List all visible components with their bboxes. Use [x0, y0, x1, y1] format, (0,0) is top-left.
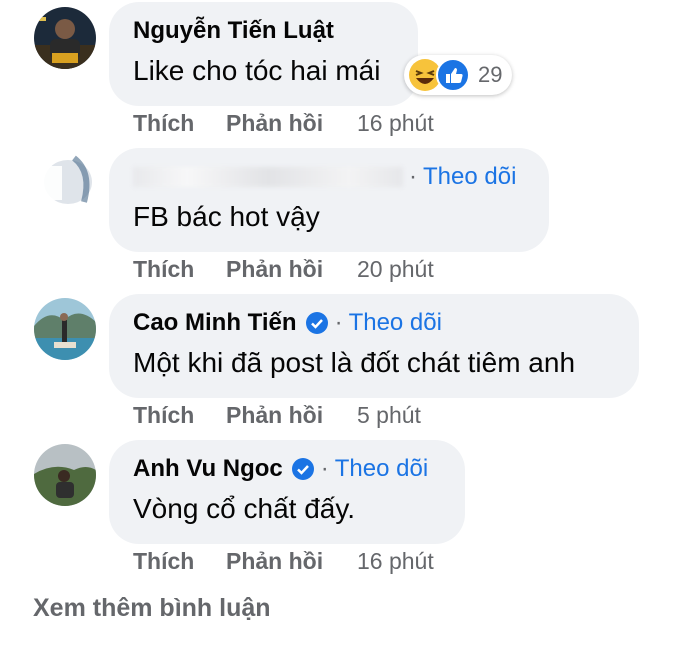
- comment-actions: Thích Phản hồi 20 phút: [133, 256, 434, 283]
- reaction-summary[interactable]: 29: [404, 55, 513, 95]
- follow-button[interactable]: Theo dõi: [349, 308, 442, 338]
- comment-time[interactable]: 16 phút: [357, 110, 434, 137]
- reply-button[interactable]: Phản hồi: [226, 256, 357, 283]
- like-button[interactable]: Thích: [133, 548, 226, 575]
- reaction-count: 29: [478, 62, 503, 87]
- see-more-comments-link[interactable]: Xem thêm bình luận: [33, 594, 271, 623]
- comment-text: Vòng cổ chất đấy.: [133, 493, 356, 524]
- reply-button[interactable]: Phản hồi: [226, 548, 357, 575]
- avatar[interactable]: [34, 152, 96, 214]
- commenter-name[interactable]: Anh Vu Ngoc: [133, 454, 283, 484]
- avatar[interactable]: [34, 298, 96, 360]
- follow-button[interactable]: Theo dõi: [335, 454, 428, 484]
- separator-dot: ·: [334, 309, 343, 336]
- commenter-name[interactable]: Cao Minh Tiến: [133, 308, 297, 338]
- verified-badge-icon: [291, 458, 314, 480]
- comment-actions: Thích Phản hồi 5 phút: [133, 402, 421, 429]
- avatar[interactable]: [34, 444, 96, 506]
- comment-bubble: Cao Minh Tiến · Theo dõi Một khi đã post…: [109, 294, 639, 398]
- comment-text: Like cho tóc hai mái: [133, 55, 381, 86]
- comment-bubble: · Theo dõi FB bác hot vậy: [109, 148, 549, 252]
- comment-time[interactable]: 16 phút: [357, 548, 434, 575]
- follow-button[interactable]: Theo dõi: [423, 162, 516, 192]
- comment-time[interactable]: 5 phút: [357, 402, 421, 429]
- separator-dot: ·: [409, 163, 417, 190]
- comment-actions: Thích Phản hồi 16 phút: [133, 110, 434, 137]
- like-button[interactable]: Thích: [133, 256, 226, 283]
- avatar[interactable]: [34, 7, 96, 69]
- separator-dot: ·: [320, 455, 329, 482]
- comment-bubble: Anh Vu Ngoc · Theo dõi Vòng cổ chất đấy.: [109, 440, 465, 544]
- like-button[interactable]: Thích: [133, 110, 226, 137]
- like-icon: [436, 58, 470, 92]
- comment-bubble: Nguyễn Tiến Luật Like cho tóc hai mái: [109, 2, 418, 106]
- reply-button[interactable]: Phản hồi: [226, 110, 357, 137]
- comment-text: FB bác hot vậy: [133, 201, 320, 232]
- commenter-name[interactable]: Nguyễn Tiến Luật: [133, 16, 334, 46]
- reply-button[interactable]: Phản hồi: [226, 402, 357, 429]
- comment-time[interactable]: 20 phút: [357, 256, 434, 283]
- like-button[interactable]: Thích: [133, 402, 226, 429]
- verified-badge-icon: [305, 312, 328, 334]
- redacted-name: [133, 167, 403, 187]
- comment-text: Một khi đã post là đốt chát tiêm anh: [133, 347, 576, 378]
- comment-actions: Thích Phản hồi 16 phút: [133, 548, 434, 575]
